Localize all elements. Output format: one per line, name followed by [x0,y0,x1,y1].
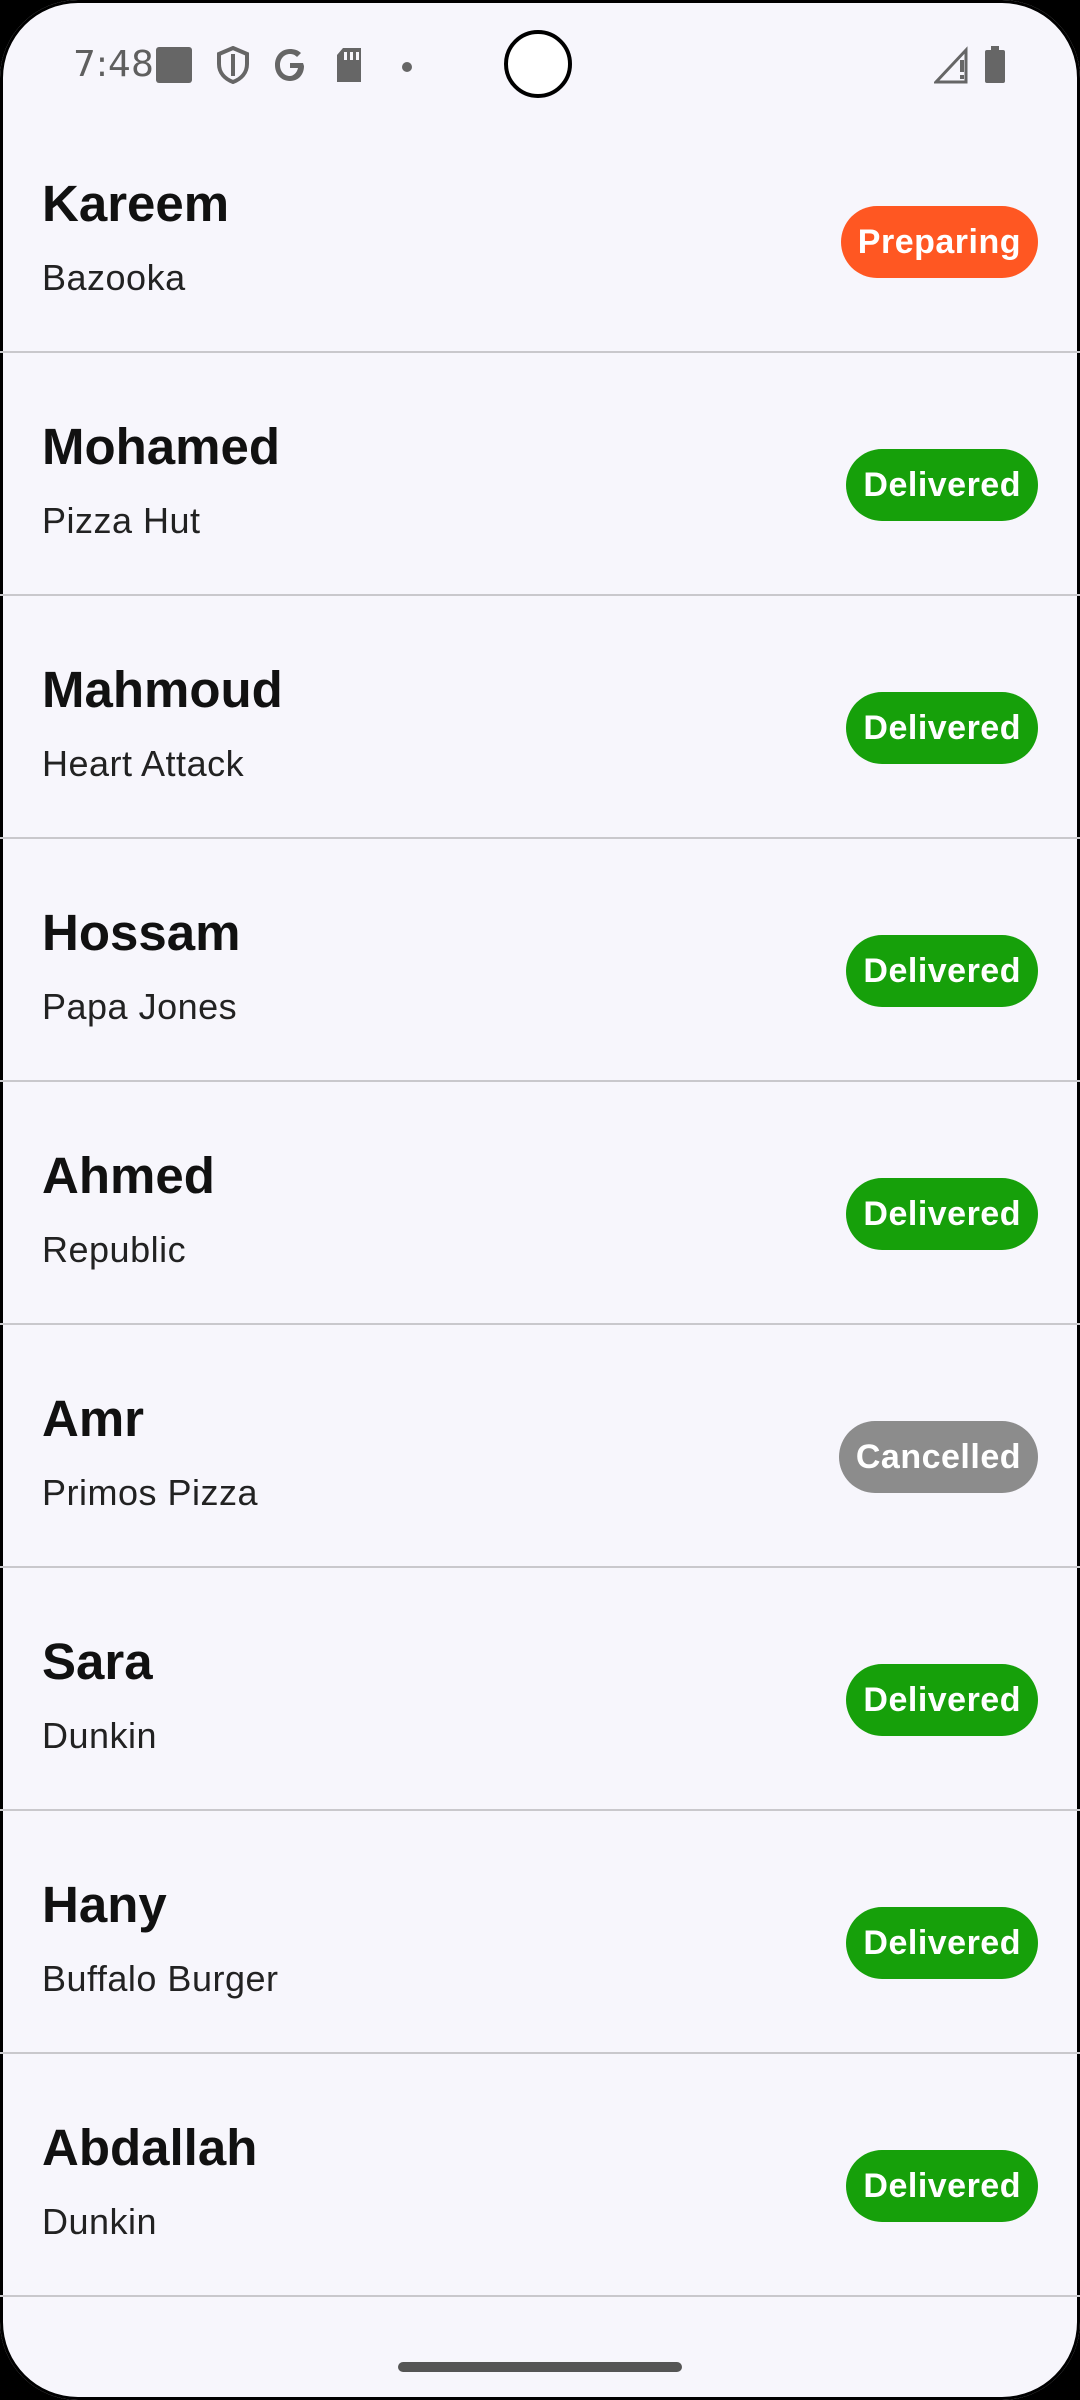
status-badge: Delivered [846,449,1038,521]
notification-square-icon [155,46,193,89]
restaurant-name: Republic [42,1229,187,1270]
restaurant-name: Papa Jones [42,986,238,1027]
order-list-item[interactable]: Ahmed Republic Delivered [0,1082,1080,1325]
restaurant-name: Pizza Hut [42,500,201,541]
camera-cutout [504,30,572,98]
google-icon [272,46,308,89]
restaurant-name: Buffalo Burger [42,1958,279,1999]
status-badge: Delivered [846,935,1038,1007]
order-list-item[interactable]: Amr Primos Pizza Cancelled [0,1325,1080,1568]
battery-icon [984,46,1006,89]
status-badge: Preparing [840,206,1038,278]
customer-name: Abdallah [42,2119,258,2176]
shield-icon [216,45,250,89]
restaurant-name: Dunkin [42,1715,158,1756]
customer-name: Amr [42,1390,145,1447]
status-badge: Delivered [846,692,1038,764]
restaurant-name: Bazooka [42,257,186,298]
signal-icon [932,46,970,89]
customer-name: Mahmoud [42,661,283,718]
order-list-item[interactable]: Sara Dunkin Delivered [0,1568,1080,1811]
order-list-item[interactable]: Hossam Papa Jones Delivered [0,839,1080,1082]
order-list-item[interactable]: Abdallah Dunkin Delivered [0,2054,1080,2297]
order-list-item[interactable]: Mohamed Pizza Hut Delivered [0,353,1080,596]
restaurant-name: Primos Pizza [42,1472,259,1513]
restaurant-name: Dunkin [42,2201,158,2242]
status-badge: Delivered [846,1664,1038,1736]
status-badge: Delivered [846,2150,1038,2222]
restaurant-name: Heart Attack [42,743,245,784]
status-badge: Cancelled [838,1421,1038,1493]
dot-icon [401,60,413,78]
customer-name: Kareem [42,175,230,232]
order-list-item[interactable]: Mahmoud Heart Attack Delivered [0,596,1080,839]
order-list-item[interactable]: Kareem Bazooka Preparing [0,110,1080,353]
sd-card-icon [334,46,364,89]
status-badge: Delivered [846,1178,1038,1250]
customer-name: Hossam [42,904,241,961]
status-badge: Delivered [846,1907,1038,1979]
customer-name: Sara [42,1633,153,1690]
gesture-navigation-bar[interactable] [398,2362,682,2372]
status-time: 7:48 [73,44,154,85]
order-list: Kareem Bazooka Preparing Mohamed Pizza Hut De… [0,110,1080,2297]
order-list-item[interactable]: Hany Buffalo Burger Delivered [0,1811,1080,2054]
customer-name: Mohamed [42,418,281,475]
customer-name: Ahmed [42,1147,215,1204]
phone-screen: 7:48 Kareem Bazooka Preparing Mohamed Pi… [0,0,1080,2400]
customer-name: Hany [42,1876,167,1933]
